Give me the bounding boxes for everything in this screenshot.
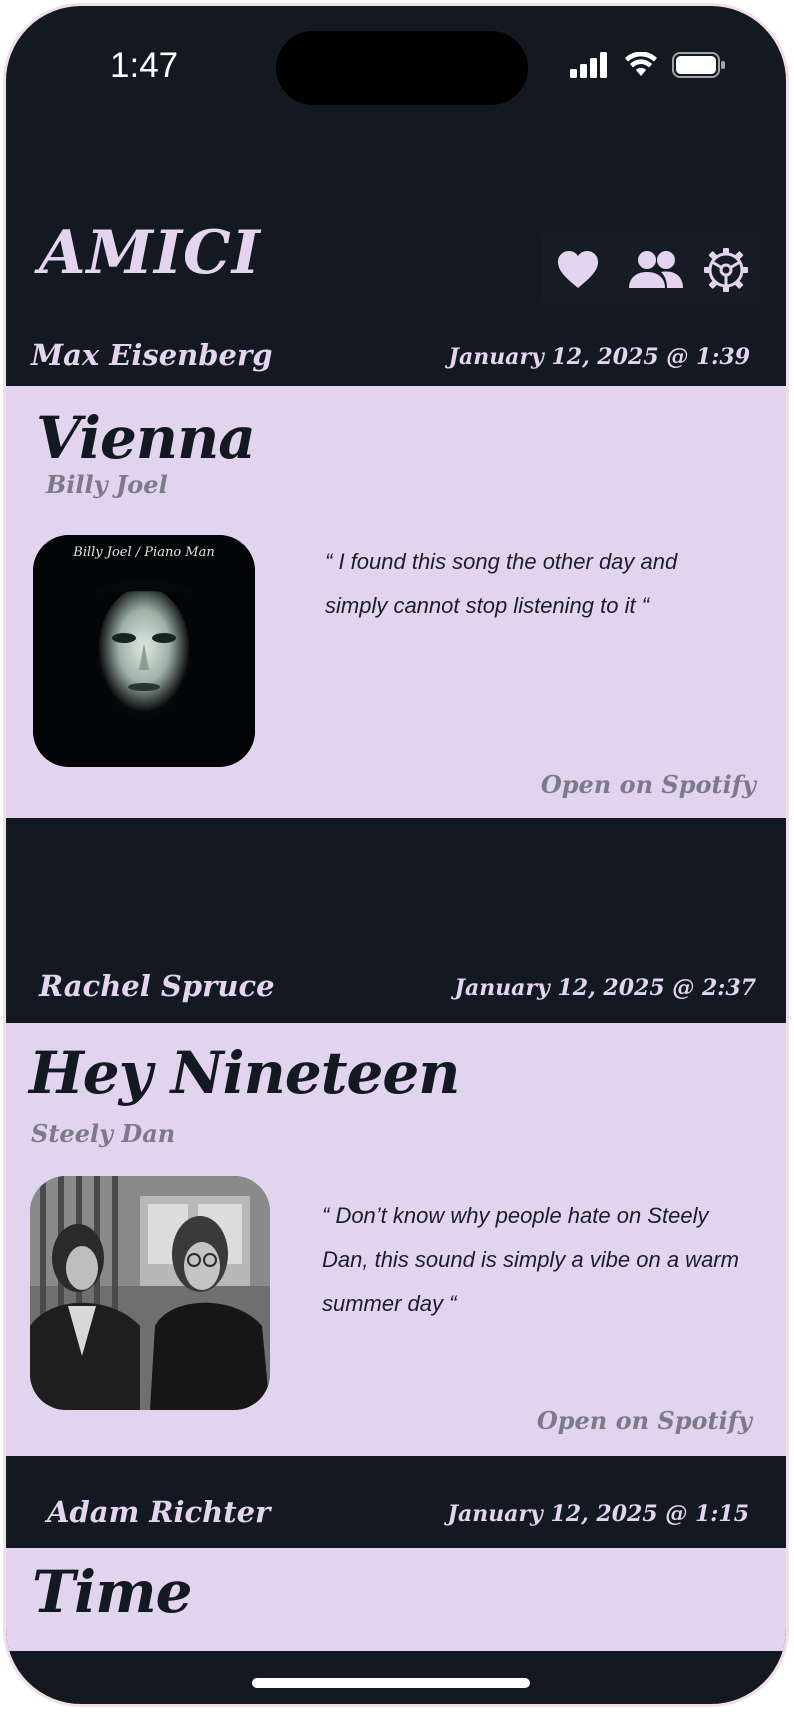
cellular-signal-icon <box>570 52 607 78</box>
album-art[interactable]: Billy Joel / Piano Man <box>33 535 255 767</box>
song-card: Time <box>6 1548 786 1651</box>
status-time: 1:47 <box>110 46 179 85</box>
song-artist: Steely Dan <box>31 1119 176 1148</box>
app-title: AMICI <box>39 218 261 288</box>
song-card: Hey Nineteen Steely Dan “ Don’t know why… <box>6 1023 786 1456</box>
album-art-image <box>33 535 255 767</box>
post-header: Rachel Spruce January 12, 2025 @ 2:37 <box>6 956 786 1016</box>
post-timestamp: January 12, 2025 @ 1:39 <box>448 344 750 370</box>
dynamic-island <box>276 31 528 105</box>
post-comment: “ Don’t know why people hate on Steely D… <box>322 1203 739 1316</box>
phone-screen: 1:47 AMICI Max Eisenberg January 12, 202… <box>3 3 789 1707</box>
album-art-image <box>30 1176 270 1410</box>
friends-icon[interactable] <box>626 246 686 294</box>
post-timestamp: January 12, 2025 @ 1:15 <box>447 1501 749 1527</box>
song-card: Vienna Billy Joel Billy Joel / Piano Man… <box>6 386 786 818</box>
song-artist: Billy Joel <box>46 470 168 499</box>
post-username[interactable]: Max Eisenberg <box>31 338 273 372</box>
post-comment: “ I found this song the other day and si… <box>325 549 678 618</box>
heart-icon[interactable] <box>554 246 602 294</box>
home-indicator[interactable] <box>252 1678 530 1688</box>
post-timestamp: January 12, 2025 @ 2:37 <box>454 975 756 1001</box>
open-on-spotify-link[interactable]: Open on Spotify <box>537 1406 752 1435</box>
wifi-icon <box>625 52 657 76</box>
open-on-spotify-link[interactable]: Open on Spotify <box>541 770 756 799</box>
status-bar: 1:47 <box>6 6 786 126</box>
song-title: Hey Nineteen <box>29 1039 460 1107</box>
song-title: Vienna <box>36 404 256 472</box>
settings-gear-icon[interactable] <box>702 246 750 294</box>
album-art-caption: Billy Joel / Piano Man <box>73 545 215 560</box>
status-icons <box>570 52 726 78</box>
post-header: Adam Richter January 12, 2025 @ 1:15 <box>6 1484 786 1544</box>
album-art[interactable] <box>30 1176 270 1410</box>
song-title: Time <box>32 1558 192 1626</box>
battery-icon <box>672 52 725 78</box>
post-username[interactable]: Rachel Spruce <box>39 969 275 1003</box>
post-header: Max Eisenberg January 12, 2025 @ 1:39 <box>6 328 786 388</box>
header-actions <box>542 232 760 304</box>
post-username[interactable]: Adam Richter <box>47 1495 270 1529</box>
